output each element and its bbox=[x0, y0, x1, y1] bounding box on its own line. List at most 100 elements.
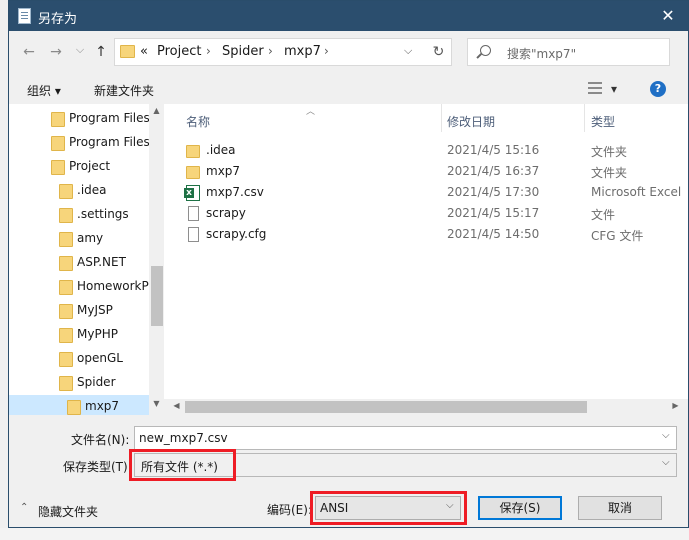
dialog-title: 另存为 bbox=[38, 12, 78, 27]
chevron-down-icon[interactable]: ⌵ bbox=[662, 430, 670, 441]
notepad-icon bbox=[18, 8, 31, 24]
tree-item[interactable]: Program Files bbox=[9, 107, 150, 131]
folder-icon bbox=[186, 145, 200, 158]
save-as-dialog: 另存为 ✕ ← → ⌵ ↑ « Project › Spider › mxp7 … bbox=[8, 0, 689, 528]
filename-field[interactable]: new_mxp7.csv ⌵ bbox=[134, 426, 677, 450]
breadcrumb-separator[interactable]: › bbox=[206, 44, 211, 58]
breadcrumb-separator[interactable]: › bbox=[324, 44, 329, 58]
tree-item-label: amy bbox=[77, 231, 104, 245]
column-divider[interactable] bbox=[441, 104, 442, 132]
encoding-highlight-box bbox=[310, 491, 467, 525]
tree-item-label: MyPHP bbox=[77, 327, 118, 341]
tree-scroll-thumb[interactable] bbox=[151, 266, 163, 326]
folder-icon bbox=[186, 166, 200, 179]
file-list-scroll-thumb[interactable] bbox=[185, 401, 587, 413]
column-header-name[interactable]: 名称 bbox=[186, 113, 210, 130]
address-dropdown-icon[interactable]: ⌵ bbox=[404, 44, 412, 58]
forward-arrow-icon[interactable]: → bbox=[45, 41, 67, 63]
filetype-label: 保存类型(T): bbox=[63, 460, 132, 474]
folder-icon bbox=[59, 352, 73, 367]
file-row[interactable]: mxp7.csv 2021/4/5 17:30 Microsoft Excel bbox=[164, 183, 688, 204]
recent-locations-chevron-icon[interactable]: ⌵ bbox=[69, 39, 91, 61]
collapse-up-icon[interactable]: ⌃ bbox=[20, 502, 28, 513]
folder-icon bbox=[59, 256, 73, 271]
view-options-icon[interactable] bbox=[588, 82, 602, 94]
scroll-left-icon[interactable]: ◀ bbox=[169, 401, 184, 410]
hide-folders-toggle[interactable]: 隐藏文件夹 bbox=[38, 503, 98, 520]
tree-item-label: Program Files bbox=[69, 135, 150, 149]
tree-item[interactable]: MyPHP bbox=[9, 323, 149, 347]
breadcrumb-separator[interactable]: › bbox=[268, 44, 273, 58]
breadcrumb-overflow[interactable]: « bbox=[140, 44, 148, 59]
folder-icon bbox=[59, 280, 73, 295]
column-header-date[interactable]: 修改日期 bbox=[447, 113, 495, 130]
tree-item[interactable]: amy bbox=[9, 227, 149, 251]
folder-icon bbox=[59, 304, 73, 319]
folder-icon bbox=[59, 184, 73, 199]
search-placeholder[interactable]: 搜索"mxp7" bbox=[507, 45, 576, 62]
new-folder-button[interactable]: 新建文件夹 bbox=[94, 82, 154, 99]
scroll-right-icon[interactable]: ▶ bbox=[668, 401, 683, 410]
file-row[interactable]: mxp7 2021/4/5 16:37 文件夹 bbox=[164, 162, 688, 183]
folder-icon bbox=[51, 136, 65, 151]
tree-item[interactable]: Spider bbox=[9, 371, 149, 395]
search-box[interactable]: 搜索"mxp7" bbox=[467, 38, 670, 66]
tree-item-label: Spider bbox=[77, 375, 116, 389]
tree-item[interactable]: .settings bbox=[9, 203, 149, 227]
tree-scrollbar[interactable] bbox=[149, 104, 164, 415]
tree-item-label: .idea bbox=[77, 183, 107, 197]
organize-menu[interactable]: 组织 ▾ bbox=[27, 82, 61, 99]
column-header-type[interactable]: 类型 bbox=[591, 113, 615, 130]
tree-item-label: .settings bbox=[77, 207, 129, 221]
file-name: scrapy bbox=[206, 206, 246, 220]
folder-icon bbox=[51, 160, 65, 175]
file-row[interactable]: .idea 2021/4/5 15:16 文件夹 bbox=[164, 141, 688, 162]
breadcrumb-project[interactable]: Project bbox=[157, 44, 201, 59]
help-icon[interactable]: ? bbox=[650, 81, 666, 97]
cancel-button[interactable]: 取消 bbox=[578, 496, 662, 520]
tree-item[interactable]: Program Files bbox=[9, 131, 150, 155]
up-arrow-icon[interactable]: ↑ bbox=[90, 41, 112, 63]
tree-item[interactable]: HomeworkP bbox=[9, 275, 149, 299]
file-name: .idea bbox=[206, 143, 236, 157]
tree-item-label: MyJSP bbox=[77, 303, 113, 317]
save-button[interactable]: 保存(S) bbox=[478, 496, 562, 520]
tree-item-label: Program Files bbox=[69, 111, 150, 125]
filetype-highlight-box bbox=[129, 449, 236, 481]
back-arrow-icon[interactable]: ← bbox=[18, 41, 40, 63]
column-divider[interactable] bbox=[584, 104, 585, 132]
tree-item-label: ASP.NET bbox=[77, 255, 126, 269]
chevron-down-icon[interactable]: ⌵ bbox=[662, 457, 670, 468]
address-bar[interactable]: « Project › Spider › mxp7 › ⌵ bbox=[114, 38, 452, 66]
breadcrumb-spider[interactable]: Spider bbox=[222, 44, 264, 59]
file-row[interactable]: scrapy.cfg 2021/4/5 14:50 CFG 文件 bbox=[164, 225, 688, 246]
folder-icon bbox=[59, 208, 73, 223]
file-name: scrapy.cfg bbox=[206, 227, 267, 241]
close-icon[interactable]: ✕ bbox=[655, 5, 681, 27]
filename-value[interactable]: new_mxp7.csv bbox=[139, 431, 228, 445]
tree-item[interactable]: Project bbox=[9, 155, 149, 179]
tree-item-selected[interactable]: mxp7 bbox=[9, 395, 149, 415]
file-list: ︿ 名称 修改日期 类型 .idea 2021/4/5 15:16 文件夹 mx… bbox=[164, 104, 688, 415]
tree-item[interactable]: MyJSP bbox=[9, 299, 149, 323]
encoding-label: 编码(E): bbox=[267, 503, 312, 517]
refresh-icon[interactable]: ↻ bbox=[426, 38, 452, 66]
tree-item-label: HomeworkP bbox=[77, 279, 149, 293]
tree-item[interactable]: ASP.NET bbox=[9, 251, 149, 275]
file-date: 2021/4/5 14:50 bbox=[447, 227, 540, 241]
tree-item[interactable]: openGL bbox=[9, 347, 149, 371]
scroll-up-icon[interactable]: ▲ bbox=[149, 106, 164, 115]
folder-icon bbox=[120, 45, 135, 58]
folder-icon bbox=[59, 376, 73, 391]
file-type: Microsoft Excel bbox=[591, 185, 682, 199]
file-row[interactable]: scrapy 2021/4/5 15:17 文件 bbox=[164, 204, 688, 225]
tree-item-label: mxp7 bbox=[85, 399, 120, 413]
scroll-down-icon[interactable]: ▼ bbox=[149, 399, 164, 408]
folder-icon bbox=[51, 112, 65, 127]
file-date: 2021/4/5 15:16 bbox=[447, 143, 540, 157]
view-dropdown-icon[interactable]: ▾ bbox=[611, 82, 617, 96]
folder-icon bbox=[67, 400, 81, 415]
tree-item[interactable]: .idea bbox=[9, 179, 149, 203]
breadcrumb-mxp7[interactable]: mxp7 bbox=[284, 44, 321, 59]
file-type: CFG 文件 bbox=[591, 229, 644, 243]
